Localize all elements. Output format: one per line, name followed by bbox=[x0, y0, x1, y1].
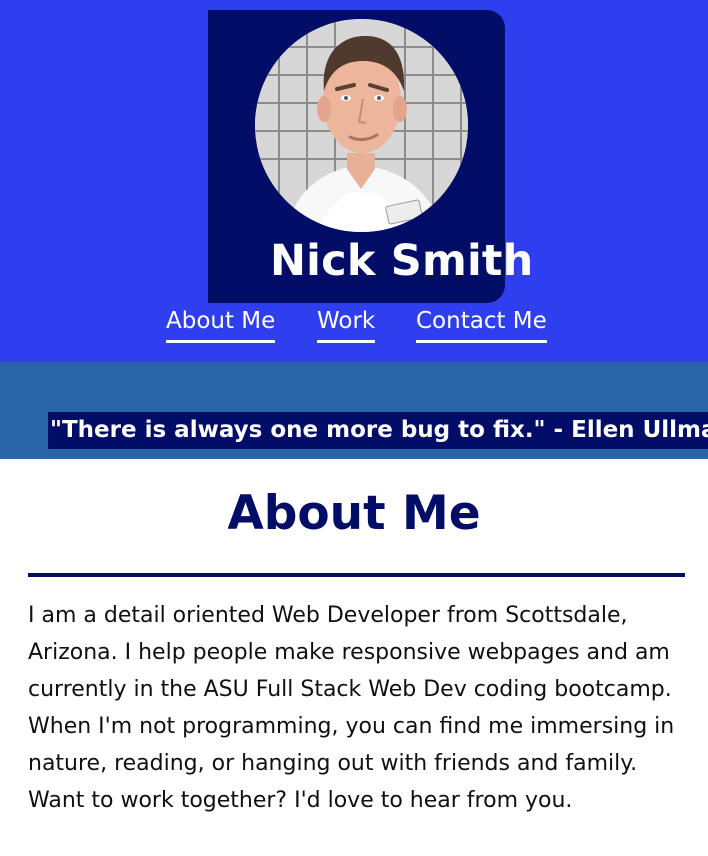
profile-photo bbox=[255, 19, 468, 232]
profile-name: Nick Smith bbox=[270, 236, 534, 286]
nav-link-contact-me[interactable]: Contact Me bbox=[416, 306, 547, 343]
featured-quote: "There is always one more bug to fix." -… bbox=[48, 412, 708, 449]
section-divider bbox=[28, 573, 685, 577]
nav-link-work[interactable]: Work bbox=[317, 306, 376, 343]
avatar bbox=[255, 19, 468, 232]
site-header: Nick Smith About Me Work Contact Me bbox=[0, 0, 708, 362]
about-me-text: I am a detail oriented Web Developer fro… bbox=[28, 603, 675, 813]
profile-card: Nick Smith bbox=[208, 10, 533, 303]
main-navigation: About Me Work Contact Me bbox=[0, 306, 708, 346]
nav-link-about-me[interactable]: About Me bbox=[166, 306, 276, 343]
about-me-heading: About Me bbox=[227, 486, 481, 541]
